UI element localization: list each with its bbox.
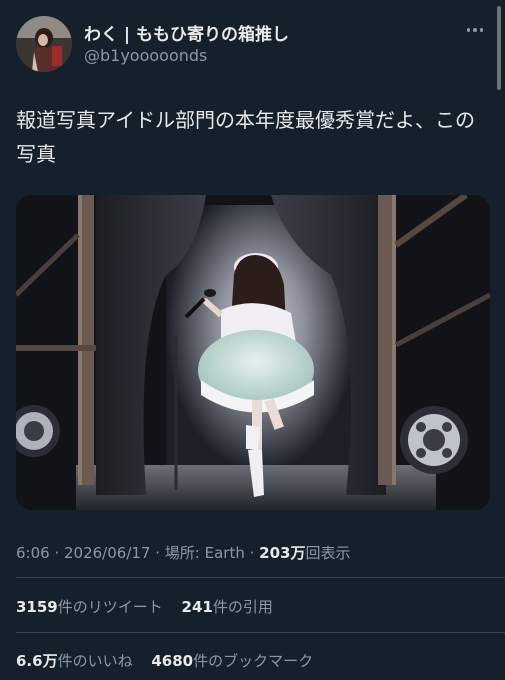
separator: · bbox=[150, 544, 165, 562]
more-dot bbox=[473, 28, 477, 32]
separator: · bbox=[49, 544, 64, 562]
stats-row-2: 6.6万件のいいね 4680件のブックマーク bbox=[16, 650, 327, 671]
handle[interactable]: @b1yooooonds bbox=[84, 46, 207, 65]
bookmarks-stat[interactable]: 4680件のブックマーク bbox=[151, 652, 313, 670]
bookmarks-label: 件のブックマーク bbox=[193, 652, 314, 670]
location-prefix: 場所: bbox=[164, 544, 205, 562]
bookmarks-count: 4680 bbox=[151, 652, 194, 670]
likes-count: 6.6万 bbox=[16, 652, 58, 670]
separator: · bbox=[244, 544, 260, 562]
more-dot bbox=[479, 28, 484, 32]
retweets-stat[interactable]: 3159件のリツイート bbox=[16, 598, 163, 616]
likes-label: 件のいいね bbox=[57, 652, 133, 670]
scrollbar[interactable] bbox=[497, 6, 501, 90]
divider bbox=[16, 577, 505, 578]
display-name[interactable]: わく | ももひ寄りの箱推し bbox=[84, 20, 289, 45]
tweet-text: 報道写真アイドル部門の本年度最優秀賞だよ、この写真 bbox=[16, 108, 475, 166]
divider bbox=[16, 632, 505, 633]
location: Earth bbox=[204, 544, 245, 562]
tweet-time[interactable]: 6:06 bbox=[16, 544, 50, 562]
tweet-meta: 6:06 · 2026/06/17 · 場所: Earth · 203万回表示 bbox=[16, 542, 350, 563]
more-horizontal-icon bbox=[466, 28, 471, 32]
more-button[interactable] bbox=[462, 18, 488, 42]
quotes-label: 件の引用 bbox=[212, 598, 273, 616]
views-label: 回表示 bbox=[305, 544, 351, 562]
quotes-count: 241 bbox=[181, 598, 213, 616]
retweets-count: 3159 bbox=[16, 598, 58, 616]
tweet-date[interactable]: 2026/06/17 bbox=[64, 544, 150, 562]
tweet-photo[interactable] bbox=[16, 195, 490, 510]
quotes-stat[interactable]: 241件の引用 bbox=[182, 598, 273, 616]
retweets-label: 件のリツイート bbox=[57, 598, 163, 616]
likes-stat[interactable]: 6.6万件のいいね bbox=[16, 652, 133, 670]
stats-row-1: 3159件のリツイート 241件の引用 bbox=[16, 596, 287, 617]
avatar[interactable] bbox=[16, 16, 72, 72]
views-count: 203万 bbox=[259, 544, 306, 562]
